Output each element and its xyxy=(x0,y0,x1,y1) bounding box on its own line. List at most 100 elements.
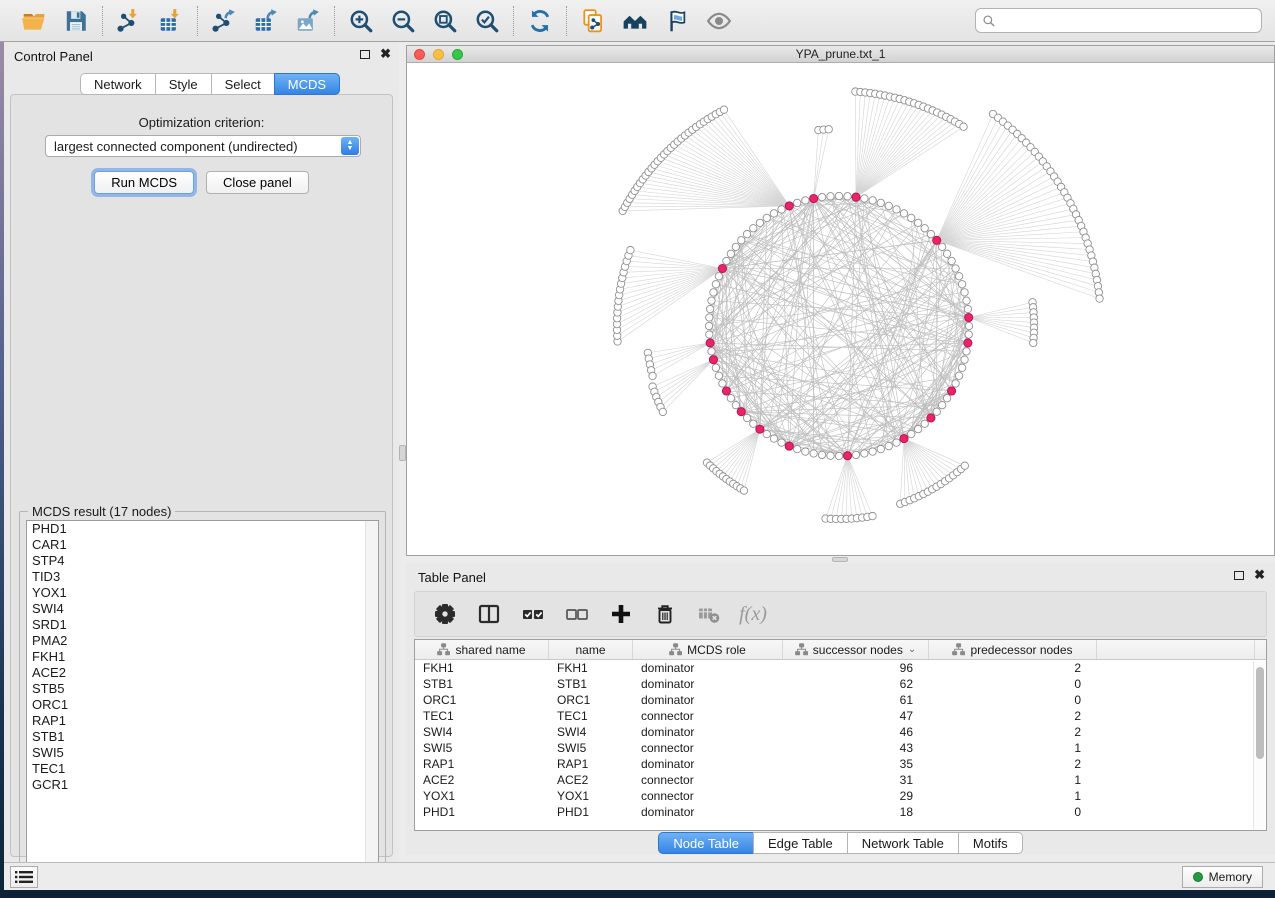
network-node[interactable] xyxy=(955,372,962,379)
network-node[interactable] xyxy=(885,442,892,449)
mcds-result-item[interactable]: RAP1 xyxy=(27,713,378,729)
mcds-node[interactable] xyxy=(947,387,955,395)
tab-motifs[interactable]: Motifs xyxy=(958,832,1023,854)
table-cell[interactable] xyxy=(1097,724,1255,740)
network-node[interactable] xyxy=(794,445,801,452)
network-node[interactable] xyxy=(708,297,715,304)
mcds-result-item[interactable]: CAR1 xyxy=(27,537,378,553)
network-node[interactable] xyxy=(827,193,834,200)
network-node[interactable] xyxy=(710,289,717,296)
table-cell[interactable]: STB1 xyxy=(415,676,549,692)
table-cell[interactable]: 47 xyxy=(783,708,929,724)
table-row[interactable]: YOX1YOX1connector291 xyxy=(415,788,1266,804)
network-node[interactable] xyxy=(763,430,770,437)
mcds-node[interactable] xyxy=(756,425,764,433)
mcds-node[interactable] xyxy=(722,387,730,395)
network-node[interactable] xyxy=(756,219,763,226)
import-table-button[interactable] xyxy=(157,7,185,35)
close-panel-icon[interactable]: ✖ xyxy=(380,49,391,59)
mcds-node[interactable] xyxy=(965,313,973,321)
network-node[interactable] xyxy=(825,126,832,133)
zoom-fit-button[interactable] xyxy=(431,7,459,35)
deselect-all-button[interactable] xyxy=(563,600,591,628)
mcds-node[interactable] xyxy=(785,442,793,450)
network-node[interactable] xyxy=(963,297,970,304)
table-cell[interactable]: 2 xyxy=(929,756,1097,772)
horizontal-splitter[interactable] xyxy=(406,556,1275,563)
network-node[interactable] xyxy=(740,487,747,494)
table-cell[interactable]: STB1 xyxy=(549,676,633,692)
network-node[interactable] xyxy=(965,331,972,338)
network-node[interactable] xyxy=(712,364,719,371)
network-window-titlebar[interactable]: YPA_prune.txt_1 xyxy=(407,46,1274,63)
table-cell[interactable]: dominator xyxy=(633,660,783,676)
network-node[interactable] xyxy=(852,451,859,458)
network-node[interactable] xyxy=(958,281,965,288)
table-cell[interactable] xyxy=(1097,772,1255,788)
mcds-result-item[interactable]: SWI5 xyxy=(27,745,378,761)
table-cell[interactable]: FKH1 xyxy=(415,660,549,676)
table-cell[interactable]: FKH1 xyxy=(549,660,633,676)
network-node[interactable] xyxy=(743,414,750,421)
export-image-button[interactable] xyxy=(294,7,322,35)
network-node[interactable] xyxy=(706,331,713,338)
network-node[interactable] xyxy=(893,206,900,213)
tab-network[interactable]: Network xyxy=(80,73,155,95)
mcds-result-item[interactable]: ACE2 xyxy=(27,665,378,681)
table-cell[interactable]: 0 xyxy=(929,692,1097,708)
network-node[interactable] xyxy=(1096,295,1103,302)
network-node[interactable] xyxy=(921,420,928,427)
network-canvas[interactable] xyxy=(407,63,1274,555)
mcds-result-item[interactable]: ORC1 xyxy=(27,697,378,713)
run-mcds-button[interactable]: Run MCDS xyxy=(94,171,194,194)
network-node[interactable] xyxy=(963,348,970,355)
network-node[interactable] xyxy=(659,408,666,415)
float-table-panel-icon[interactable] xyxy=(1234,571,1244,580)
refresh-button[interactable] xyxy=(526,7,554,35)
task-history-button[interactable] xyxy=(10,866,38,888)
network-node[interactable] xyxy=(705,322,712,329)
network-node[interactable] xyxy=(844,193,851,200)
table-scrollbar-thumb[interactable] xyxy=(1256,667,1264,759)
network-node[interactable] xyxy=(861,450,868,457)
clone-network-button[interactable] xyxy=(579,7,607,35)
network-node[interactable] xyxy=(706,314,713,321)
network-node[interactable] xyxy=(827,452,834,459)
table-cell[interactable]: TEC1 xyxy=(415,708,549,724)
column-header-predecessor-nodes[interactable]: predecessor nodes xyxy=(929,640,1097,659)
tab-select[interactable]: Select xyxy=(211,73,274,95)
import-network-button[interactable] xyxy=(115,7,143,35)
float-panel-icon[interactable] xyxy=(360,50,370,59)
network-node[interactable] xyxy=(861,195,868,202)
network-node[interactable] xyxy=(835,192,842,199)
table-cell[interactable]: RAP1 xyxy=(415,756,549,772)
table-cell[interactable]: 61 xyxy=(783,692,929,708)
table-cell[interactable]: YOX1 xyxy=(549,788,633,804)
export-table-button[interactable] xyxy=(252,7,280,35)
table-scrollbar[interactable] xyxy=(1253,661,1265,830)
network-node[interactable] xyxy=(778,206,785,213)
zoom-in-button[interactable] xyxy=(347,7,375,35)
mcds-node[interactable] xyxy=(706,339,714,347)
table-cell[interactable]: ORC1 xyxy=(415,692,549,708)
network-node[interactable] xyxy=(955,273,962,280)
table-cell[interactable]: 2 xyxy=(929,708,1097,724)
select-all-button[interactable] xyxy=(519,600,547,628)
search-input[interactable] xyxy=(996,11,1255,31)
table-cell[interactable]: RAP1 xyxy=(549,756,633,772)
table-cell[interactable]: YOX1 xyxy=(415,788,549,804)
network-node[interactable] xyxy=(885,202,892,209)
network-node[interactable] xyxy=(952,380,959,387)
network-node[interactable] xyxy=(727,395,734,402)
mcds-node[interactable] xyxy=(843,452,851,460)
zoom-out-button[interactable] xyxy=(389,7,417,35)
table-cell[interactable]: 96 xyxy=(783,660,929,676)
table-row[interactable]: SWI4SWI4dominator462 xyxy=(415,724,1266,740)
table-cell[interactable]: 0 xyxy=(929,676,1097,692)
mcds-node[interactable] xyxy=(709,356,717,364)
mcds-node[interactable] xyxy=(785,202,793,210)
network-node[interactable] xyxy=(715,273,722,280)
table-cell[interactable]: 62 xyxy=(783,676,929,692)
table-cell[interactable] xyxy=(1097,756,1255,772)
network-node[interactable] xyxy=(900,210,907,217)
